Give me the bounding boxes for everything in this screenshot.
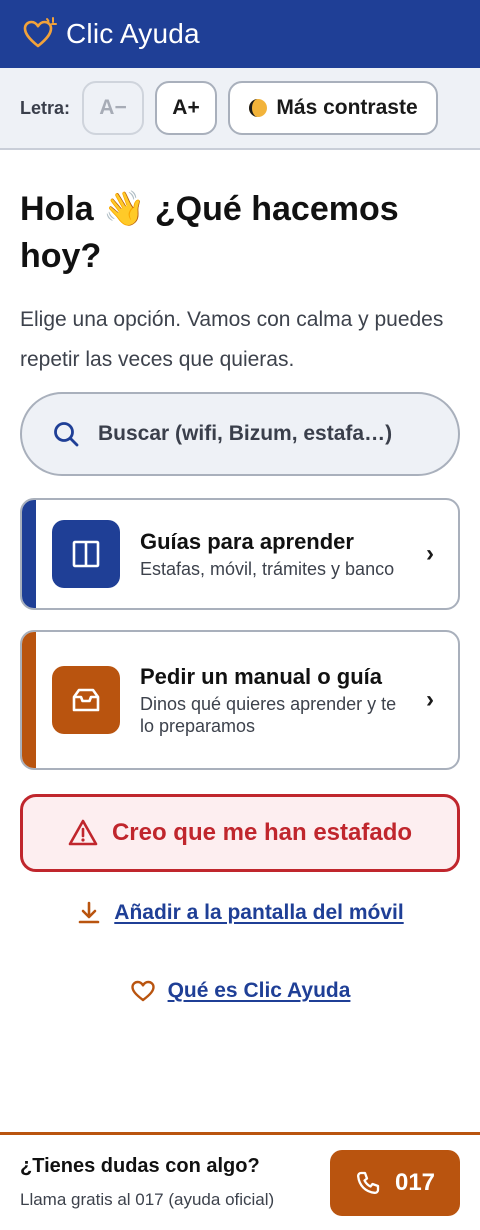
app-title: Clic Ayuda: [66, 18, 200, 49]
request-manual-card[interactable]: Pedir un manual o guía Dinos qué quieres…: [20, 630, 460, 770]
main-content: Hola 👋 ¿Qué hacemos hoy? Elige una opció…: [0, 186, 480, 1004]
card-accent-stripe: [22, 632, 36, 768]
card-title: Guías para aprender: [140, 529, 354, 554]
chevron-right-icon: ›: [426, 540, 434, 567]
download-icon: [76, 900, 102, 926]
about-link-text[interactable]: Qué es Clic Ayuda: [168, 979, 351, 1003]
heart-icon: [130, 978, 156, 1004]
search-field[interactable]: Buscar (wifi, Bizum, estafa…): [20, 392, 460, 476]
chevron-right-icon: ›: [426, 686, 434, 713]
guides-card[interactable]: Guías para aprender Estafas, móvil, trám…: [20, 498, 460, 610]
install-app-link-text[interactable]: Añadir a la pantalla del móvil: [114, 901, 403, 925]
search-placeholder: Buscar (wifi, Bizum, estafa…): [98, 422, 393, 445]
half-moon-icon: [248, 98, 268, 118]
help-footer: ¿Tienes dudas con algo? Llama gratis al …: [0, 1132, 480, 1230]
contrast-button-label: Más contraste: [276, 96, 418, 119]
call-button-label: 017: [394, 1168, 436, 1196]
scam-report-button[interactable]: Creo que me han estafado: [20, 794, 460, 872]
text-size-label: Letra:: [20, 97, 71, 118]
app-header: Clic Ayuda: [0, 0, 480, 68]
card-accent-stripe: [22, 500, 36, 608]
phone-icon: [355, 1170, 381, 1196]
card-description: Dinos qué quieres aprender y te lo prepa…: [140, 694, 397, 736]
call-017-button[interactable]: 017: [330, 1149, 460, 1216]
book-icon: [52, 520, 120, 588]
greeting-heading: Hola 👋 ¿Qué hacemos hoy?: [20, 190, 399, 275]
heart-sparkle-icon: [22, 16, 58, 52]
search-icon: [52, 420, 80, 448]
about-link[interactable]: Qué es Clic Ayuda: [20, 978, 460, 1004]
accessibility-toolbar: Letra: A− A+ Más contraste: [0, 68, 480, 150]
install-app-link[interactable]: Añadir a la pantalla del móvil: [20, 900, 460, 926]
card-description: Estafas, móvil, trámites y banco: [140, 559, 395, 579]
scam-report-label: Creo que me han estafado: [111, 819, 413, 846]
warning-icon: [68, 818, 98, 848]
footer-subtext: Llama gratis al 017 (ayuda oficial): [20, 1190, 275, 1209]
increase-text-button[interactable]: A+: [155, 81, 218, 135]
decrease-text-button[interactable]: A−: [82, 81, 145, 135]
card-title: Pedir un manual o guía: [140, 664, 383, 689]
intro-text: Elige una opción. Vamos con calma y pued…: [20, 308, 444, 371]
footer-question: ¿Tienes dudas con algo?: [20, 1155, 260, 1177]
contrast-button[interactable]: Más contraste: [228, 81, 439, 135]
inbox-icon: [52, 666, 120, 734]
